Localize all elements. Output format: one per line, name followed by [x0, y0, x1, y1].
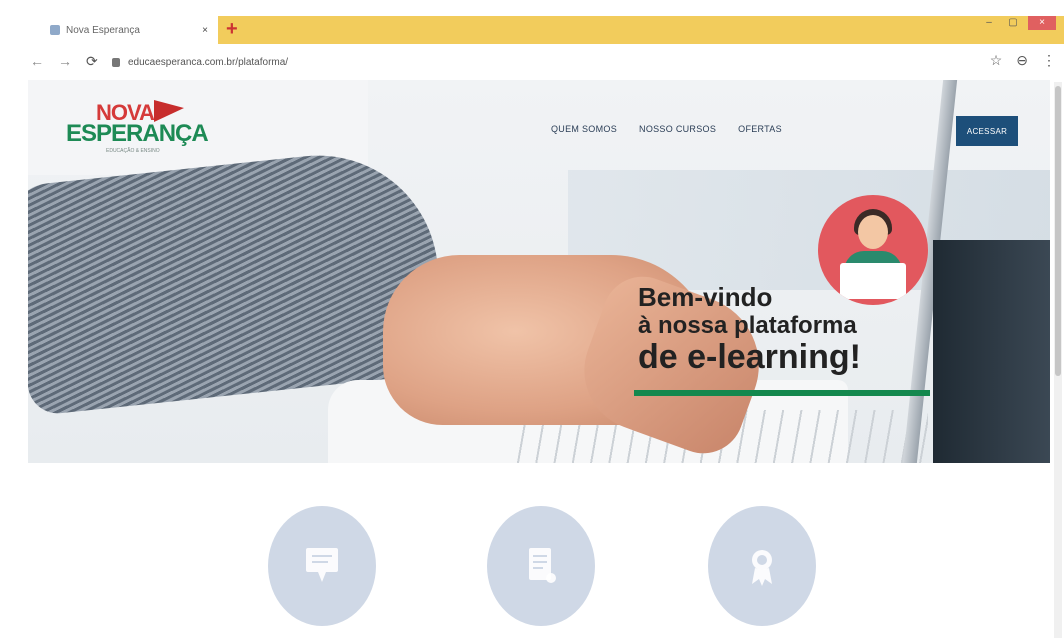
- hero-headline-line3: de e-learning!: [638, 338, 861, 376]
- nav-ofertas[interactable]: OFERTAS: [738, 124, 782, 134]
- feature-document[interactable]: [487, 506, 595, 626]
- nav-quem-somos[interactable]: QUEM SOMOS: [551, 124, 617, 134]
- acessar-button[interactable]: ACESSAR: [956, 116, 1018, 146]
- close-window-button[interactable]: ×: [1028, 16, 1056, 30]
- feature-award[interactable]: [708, 506, 816, 626]
- hero-banner: NOVA ESPERANÇA EDUCAÇÃO & ENSINO QUEM SO…: [28, 80, 1050, 463]
- logo-flag-icon: [154, 100, 184, 122]
- hero-headline: Bem-vindo à nossa plataforma de e-learni…: [638, 284, 861, 374]
- browser-menu-icon[interactable]: ⋮: [1042, 52, 1056, 69]
- bookmark-star-icon[interactable]: ☆: [990, 52, 1003, 69]
- tab-title: Nova Esperança: [66, 24, 140, 36]
- hero-photo-laptop: [933, 240, 1050, 463]
- favicon-icon: [50, 25, 60, 35]
- window-controls: – ▢ ×: [980, 16, 1056, 30]
- tab-close-icon[interactable]: ×: [202, 25, 208, 36]
- site-header: NOVA ESPERANÇA EDUCAÇÃO & ENSINO QUEM SO…: [28, 80, 1050, 166]
- hero-underline: [634, 390, 930, 396]
- new-tab-button[interactable]: +: [226, 17, 238, 41]
- feature-section: [0, 506, 1064, 641]
- main-nav: QUEM SOMOS NOSSO CURSOS OFERTAS: [551, 124, 782, 134]
- hero-headline-line2: à nossa plataforma: [638, 312, 857, 339]
- browser-tab[interactable]: Nova Esperança ×: [36, 16, 218, 44]
- hero-headline-line1: Bem-vindo: [638, 282, 773, 312]
- logo-tagline: EDUCAÇÃO & ENSINO: [106, 148, 160, 154]
- url-text: educaesperanca.com.br/plataforma/: [128, 56, 289, 68]
- scrollbar-thumb[interactable]: [1055, 86, 1061, 376]
- feature-certificate[interactable]: [268, 506, 376, 626]
- reload-icon[interactable]: ⟳: [86, 53, 98, 70]
- avatar-head: [858, 215, 888, 249]
- nav-nossos-cursos[interactable]: NOSSO CURSOS: [639, 124, 716, 134]
- back-icon[interactable]: ←: [30, 53, 44, 69]
- tab-strip: [218, 16, 1064, 44]
- certificate-icon: [306, 548, 338, 582]
- maximize-button[interactable]: ▢: [1004, 16, 1022, 30]
- site-logo[interactable]: NOVA ESPERANÇA EDUCAÇÃO & ENSINO: [66, 100, 216, 160]
- browser-tab-bar: Nova Esperança × + – ▢ ×: [0, 0, 1064, 44]
- address-bar: ← → ⟳ educaesperanca.com.br/plataforma/ …: [0, 44, 1064, 80]
- award-icon: [752, 550, 772, 586]
- address-bar-actions: ☆ ⊖ ⋮: [990, 52, 1056, 69]
- url-field[interactable]: educaesperanca.com.br/plataforma/: [112, 53, 952, 71]
- lock-icon: [112, 57, 120, 67]
- forward-icon[interactable]: →: [58, 53, 72, 69]
- logo-line2: ESPERANÇA: [66, 120, 209, 147]
- profile-icon[interactable]: ⊖: [1016, 52, 1028, 69]
- document-icon: [529, 548, 556, 583]
- minimize-button[interactable]: –: [980, 16, 998, 30]
